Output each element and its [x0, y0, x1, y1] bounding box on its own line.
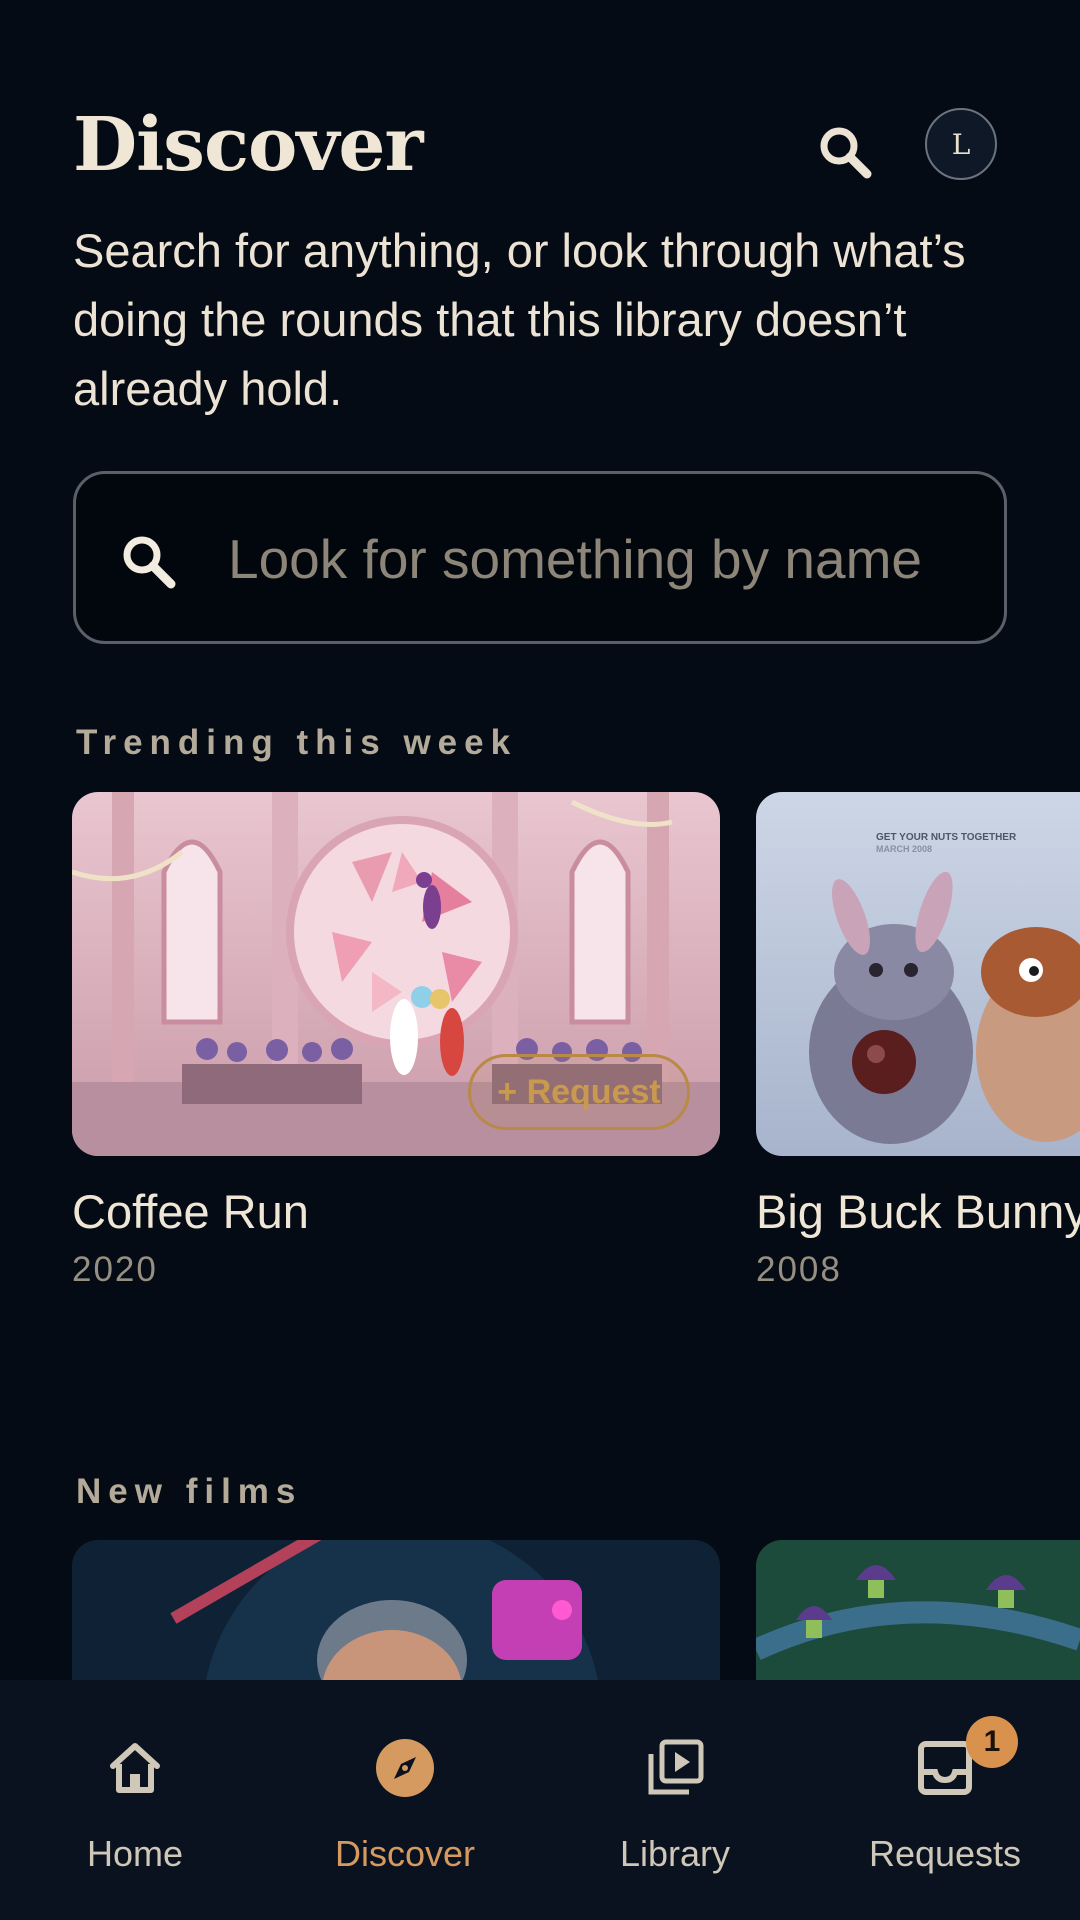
- poster-image[interactable]: [72, 1540, 720, 1680]
- poster-artwork: [756, 1540, 1080, 1680]
- intro-text: Search for anything, or look through wha…: [73, 224, 966, 415]
- library-play-icon: [648, 1739, 704, 1795]
- search-field[interactable]: [73, 471, 1007, 644]
- page-title: Discover: [73, 102, 423, 188]
- card-year: 2020: [72, 1250, 158, 1289]
- section-label-trending: Trending this week: [76, 723, 518, 762]
- poster-image[interactable]: [756, 1540, 1080, 1680]
- header: Discover L: [73, 100, 1007, 190]
- header-search-button[interactable]: [807, 114, 883, 190]
- card-title: Big Buck Bunny: [756, 1185, 1080, 1238]
- compass-icon: [376, 1739, 434, 1797]
- bottom-nav: Home Discover Library 1 Requests: [0, 1680, 1080, 1920]
- media-card[interactable]: [756, 1540, 1080, 1680]
- nav-item-requests[interactable]: 1 Requests: [810, 1680, 1080, 1920]
- section-label-new-films: New films: [76, 1472, 303, 1511]
- nav-item-library[interactable]: Library: [540, 1680, 810, 1920]
- nav-label: Home: [86, 1833, 184, 1874]
- poster-date: MARCH 2008: [876, 844, 932, 854]
- poster-tagline: GET YOUR NUTS TOGETHER: [876, 832, 1017, 843]
- nav-label: Requests: [868, 1833, 1022, 1874]
- discover-screen: Discover L Search for anything, or look …: [0, 0, 1080, 1920]
- avatar[interactable]: L: [925, 108, 997, 180]
- card-year: 2008: [756, 1250, 842, 1289]
- card-title: Coffee Run: [72, 1185, 309, 1238]
- search-icon: [820, 127, 872, 179]
- notification-badge: 1: [966, 1716, 1018, 1768]
- poster-artwork: [72, 1540, 720, 1680]
- request-button[interactable]: + Request: [468, 1054, 690, 1130]
- nav-item-discover[interactable]: Discover: [270, 1680, 540, 1920]
- media-card[interactable]: GET YOUR NUTS TOGETHER MARCH 2008 Big Bu…: [756, 792, 1080, 1289]
- nav-label: Discover: [334, 1833, 476, 1874]
- nav-label: Library: [619, 1833, 731, 1874]
- poster-image[interactable]: + Request: [72, 792, 720, 1156]
- home-icon: [110, 1743, 160, 1793]
- media-card[interactable]: + Request Coffee Run 2020: [72, 792, 720, 1289]
- poster-artwork: GET YOUR NUTS TOGETHER MARCH 2008: [756, 792, 1080, 1156]
- nav-item-home[interactable]: Home: [0, 1680, 270, 1920]
- search-input[interactable]: [228, 504, 988, 614]
- search-icon: [123, 536, 176, 589]
- media-card[interactable]: [72, 1540, 720, 1680]
- poster-image[interactable]: GET YOUR NUTS TOGETHER MARCH 2008: [756, 792, 1080, 1156]
